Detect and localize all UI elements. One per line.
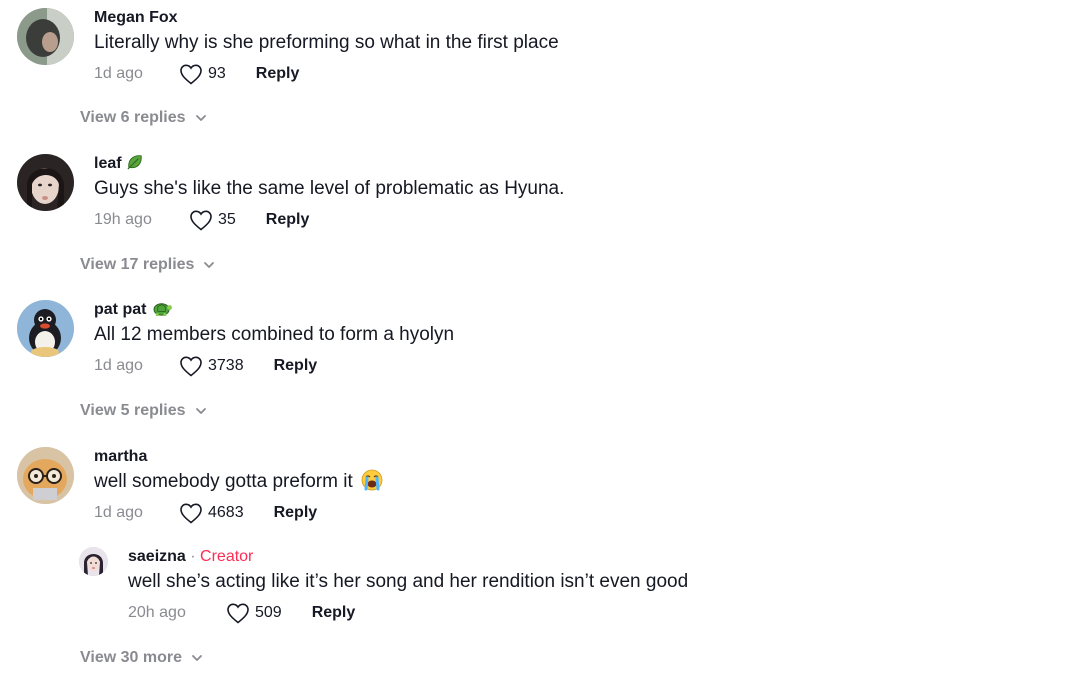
view-more-label: View 30 more <box>80 649 182 666</box>
like-button[interactable]: 93 <box>179 63 226 85</box>
avatar[interactable] <box>17 154 74 211</box>
avatar[interactable] <box>17 447 74 504</box>
comment-text: Literally why is she preforming so what … <box>94 32 559 53</box>
like-count: 93 <box>208 65 226 82</box>
comment-text: All 12 members combined to form a hyolyn <box>94 324 455 345</box>
like-count: 3738 <box>208 357 244 374</box>
heart-icon <box>180 503 202 524</box>
turtle-emoji-icon <box>153 303 173 316</box>
view-replies-label: View 6 replies <box>80 109 186 126</box>
comment-time: 1d ago <box>94 357 143 374</box>
view-replies-button[interactable]: View 6 replies <box>80 109 208 127</box>
reply-username-label[interactable]: saeizna <box>128 548 186 565</box>
comment-username[interactable]: leaf <box>94 154 994 174</box>
view-replies-label: View 5 replies <box>80 402 186 419</box>
reply-button[interactable]: Reply <box>266 211 310 229</box>
avatar-image <box>17 300 74 357</box>
comment-text: well somebody gotta preform it <box>94 470 994 494</box>
comment-time: 1d ago <box>94 504 143 521</box>
chevron-down-icon <box>192 655 202 661</box>
view-replies-button[interactable]: View 17 replies <box>80 256 216 274</box>
like-button[interactable]: 4683 <box>179 502 244 524</box>
reply-button[interactable]: Reply <box>274 504 318 522</box>
separator-dot: · <box>185 548 201 565</box>
avatar-image <box>17 154 74 211</box>
comment-text-label: well somebody gotta preform it <box>94 471 353 492</box>
comment-time: 19h ago <box>94 211 152 228</box>
comment-username[interactable]: martha <box>94 447 994 467</box>
chevron-down-icon <box>204 262 215 268</box>
reply-text: well she’s acting like it’s her song and… <box>128 571 689 592</box>
reply-button[interactable]: Reply <box>274 357 318 375</box>
like-count: 509 <box>255 604 282 621</box>
comment-time: 1d ago <box>94 65 143 82</box>
like-count: 35 <box>218 211 236 228</box>
creator-badge: Creator <box>200 548 254 565</box>
like-button[interactable]: 3738 <box>179 355 244 377</box>
view-replies-button[interactable]: View 5 replies <box>80 402 208 420</box>
avatar-image <box>79 547 108 576</box>
comment-username[interactable]: pat pat <box>94 300 994 320</box>
comment-username-label: pat pat <box>94 301 147 318</box>
comment-username[interactable]: Megan Fox <box>94 8 994 28</box>
heart-icon <box>180 356 202 377</box>
loudly-crying-face-emoji-icon <box>361 470 383 491</box>
like-button[interactable]: 509 <box>226 602 282 624</box>
reply-button[interactable]: Reply <box>256 65 300 83</box>
avatar[interactable] <box>17 300 74 357</box>
chevron-down-icon <box>195 115 206 121</box>
heart-icon <box>227 603 249 624</box>
comments-panel: Megan Fox Literally why is she preformin… <box>0 0 1066 689</box>
avatar[interactable] <box>17 8 74 65</box>
leaf-emoji-icon <box>127 155 142 170</box>
heart-icon <box>190 210 212 231</box>
avatar-image <box>17 447 74 504</box>
chevron-down-icon <box>195 408 206 414</box>
like-count: 4683 <box>208 504 244 521</box>
like-button[interactable]: 35 <box>189 209 236 231</box>
heart-icon <box>180 64 202 85</box>
reply-time: 20h ago <box>128 604 186 621</box>
reply-button[interactable]: Reply <box>312 604 356 622</box>
avatar[interactable] <box>79 547 108 576</box>
reply-username: saeizna · Creator <box>128 547 1028 567</box>
comment-text: Guys she's like the same level of proble… <box>94 178 565 199</box>
view-replies-label: View 17 replies <box>80 256 195 273</box>
view-more-button[interactable]: View 30 more <box>80 649 204 667</box>
comment-username-label: leaf <box>94 155 122 172</box>
avatar-image <box>17 8 74 65</box>
